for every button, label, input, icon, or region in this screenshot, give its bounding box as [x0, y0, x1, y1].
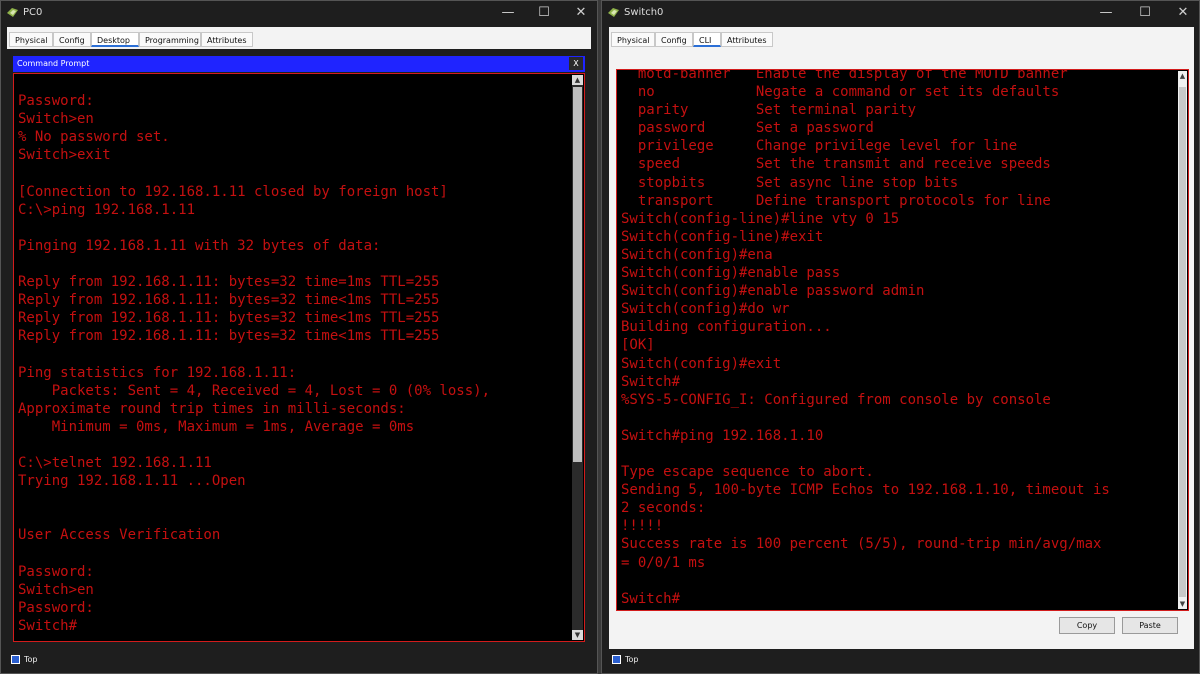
scroll-up-icon[interactable]: ▲: [572, 75, 583, 85]
pc0-titlebar[interactable]: PC0 — ☐ ✕: [1, 1, 597, 25]
copy-button[interactable]: Copy: [1059, 617, 1115, 634]
pc0-terminal[interactable]: Password: Switch>en % No password set. S…: [13, 73, 585, 642]
command-prompt-close-button[interactable]: X: [569, 57, 583, 70]
scroll-up-icon[interactable]: ▲: [1178, 71, 1187, 81]
switch0-cli-terminal[interactable]: motd-banner Enable the display of the MO…: [616, 69, 1189, 611]
pc0-top-checkbox[interactable]: Top: [11, 655, 38, 667]
scroll-down-icon[interactable]: ▼: [1178, 599, 1187, 609]
scroll-thumb[interactable]: [1179, 87, 1186, 597]
command-prompt-title: Command Prompt: [17, 59, 90, 68]
packet-tracer-icon: [7, 8, 18, 17]
scroll-down-icon[interactable]: ▼: [572, 630, 583, 640]
top-label: Top: [24, 655, 38, 664]
pc0-title: PC0: [23, 7, 43, 18]
paste-button[interactable]: Paste: [1122, 617, 1178, 634]
tab-desktop[interactable]: Desktop: [91, 32, 139, 47]
tab-config[interactable]: Config: [53, 32, 91, 47]
switch0-top-checkbox[interactable]: Top: [612, 655, 639, 667]
switch0-terminal-text: motd-banner Enable the display of the MO…: [621, 69, 1110, 607]
top-label: Top: [625, 655, 639, 664]
maximize-button[interactable]: ☐: [529, 4, 559, 22]
pc0-terminal-text: Password: Switch>en % No password set. S…: [18, 93, 491, 634]
maximize-button[interactable]: ☐: [1130, 4, 1160, 22]
switch0-title: Switch0: [624, 7, 664, 18]
tab-physical[interactable]: Physical: [611, 32, 655, 47]
tab-attributes[interactable]: Attributes: [721, 32, 773, 47]
minimize-button[interactable]: —: [1091, 4, 1121, 22]
close-button[interactable]: ✕: [1168, 4, 1198, 22]
minimize-button[interactable]: —: [493, 4, 523, 22]
checkbox-icon[interactable]: [11, 655, 20, 664]
tab-attributes[interactable]: Attributes: [201, 32, 253, 47]
checkbox-icon[interactable]: [612, 655, 621, 664]
switch0-titlebar[interactable]: Switch0 — ☐ ✕: [602, 1, 1199, 25]
tab-physical[interactable]: Physical: [9, 32, 53, 47]
switch0-client: Physical Config CLI Attributes motd-bann…: [609, 27, 1194, 649]
packet-tracer-icon: [608, 8, 619, 17]
close-button[interactable]: ✕: [566, 4, 596, 22]
switch0-scrollbar[interactable]: ▲ ▼: [1178, 71, 1187, 609]
tab-config[interactable]: Config: [655, 32, 693, 47]
tab-programming[interactable]: Programming: [139, 32, 201, 47]
tab-cli[interactable]: CLI: [693, 32, 721, 47]
switch0-window: Switch0 — ☐ ✕ Physical Config CLI Attrib…: [601, 0, 1200, 674]
command-prompt-header: Command Prompt X: [13, 56, 585, 72]
scroll-thumb[interactable]: [573, 87, 582, 462]
pc0-scrollbar[interactable]: ▲ ▼: [572, 75, 583, 640]
pc0-client: Physical Config Desktop Programming Attr…: [7, 27, 591, 673]
pc0-window: PC0 — ☐ ✕ Physical Config Desktop Progra…: [0, 0, 598, 674]
